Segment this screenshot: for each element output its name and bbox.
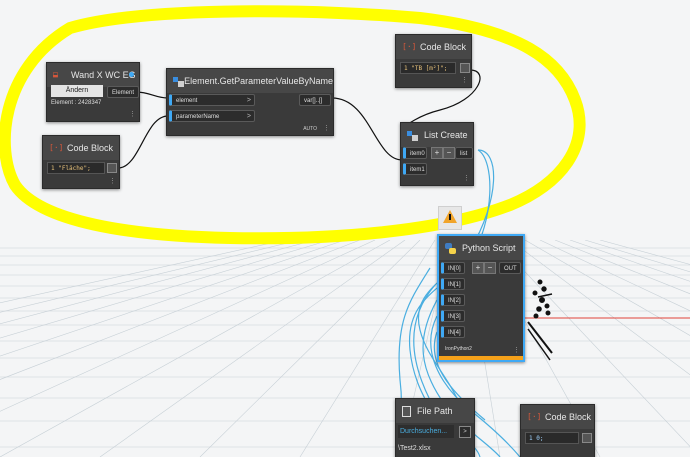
status-dot-icon [129, 72, 134, 77]
input-port-parameter-name[interactable]: parameterName > [169, 110, 255, 122]
input-port-in4[interactable]: IN[4] [441, 326, 465, 338]
node-title: Element.GetParameterValueByName [184, 76, 333, 86]
node-list-create[interactable]: List Create item0 + − list item1 ⋮ [400, 122, 474, 186]
output-port[interactable] [460, 63, 470, 73]
node-header[interactable]: List Create [401, 123, 473, 147]
more-options-icon[interactable]: ⋮ [463, 174, 470, 182]
output-port-element[interactable]: Element [107, 86, 139, 98]
node-get-parameter-value-by-name[interactable]: Element.GetParameterValueByName element >… [166, 68, 334, 136]
list-create-icon [407, 130, 418, 141]
node-code-block-zero[interactable]: [·] Code Block 1 0; [520, 404, 595, 457]
preview-bar[interactable] [439, 356, 523, 360]
output-port-out[interactable]: OUT [499, 262, 521, 274]
node-title: File Path [417, 406, 453, 416]
node-header[interactable]: ⬓ Wand X WC EG [47, 63, 139, 87]
node-title: Code Block [67, 143, 114, 153]
element-caption: Element : 2428347 [51, 100, 102, 106]
more-options-icon[interactable]: ⋮ [461, 76, 468, 84]
file-path-value: \Test2.xlsx [398, 445, 431, 452]
node-header[interactable]: [·] Code Block [396, 35, 471, 59]
node-title: Python Script [462, 243, 516, 253]
warning-badge[interactable] [438, 206, 462, 230]
chevron-right-icon: > [246, 97, 251, 104]
node-header[interactable]: Element.GetParameterValueByName [167, 69, 333, 93]
output-port[interactable] [582, 433, 592, 443]
code-block-icon: [·] [402, 42, 417, 51]
python-icon [445, 242, 456, 254]
input-port-in2[interactable]: IN[2] [441, 294, 465, 306]
node-wand-select-element[interactable]: ⬓ Wand X WC EG Ändern Element Element : … [46, 62, 140, 122]
input-port-in0[interactable]: IN[0] [441, 262, 465, 274]
more-options-icon[interactable]: ⋮ [323, 124, 330, 132]
input-port-element[interactable]: element > [169, 94, 255, 106]
code-block-icon: [·] [49, 143, 64, 152]
input-port-in1[interactable]: IN[1] [441, 278, 465, 290]
element-function-icon [173, 76, 185, 87]
engine-label: IronPython2 [445, 346, 472, 352]
node-title: Code Block [420, 42, 467, 52]
remove-input-button[interactable]: − [484, 262, 496, 274]
code-editor[interactable]: 1 "Fläche"; [47, 162, 105, 174]
more-options-icon[interactable]: ⋮ [129, 110, 136, 118]
more-options-icon[interactable]: ⋮ [513, 346, 520, 354]
input-port-in3[interactable]: IN[3] [441, 310, 465, 322]
add-input-button[interactable]: + [431, 147, 443, 159]
code-block-icon: [·] [527, 412, 542, 421]
node-code-block-tb[interactable]: [·] Code Block 1 "TB [m²]"; ⋮ [395, 34, 472, 88]
change-selection-button[interactable]: Ändern [51, 85, 103, 97]
node-title: List Create [424, 130, 468, 140]
output-port-list[interactable]: list [455, 147, 473, 159]
port-label: element [176, 98, 198, 104]
node-header[interactable]: Python Script [439, 236, 523, 260]
add-input-button[interactable]: + [472, 262, 484, 274]
chevron-right-icon: > [246, 113, 251, 120]
input-port-item1[interactable]: item1 [403, 163, 427, 175]
node-header[interactable]: [·] Code Block [521, 405, 594, 429]
lacing-indicator: AUTO [303, 126, 317, 132]
output-port-var[interactable]: var[]..[] [299, 94, 331, 106]
node-header[interactable]: File Path [396, 399, 474, 423]
input-port-item0[interactable]: item0 [403, 147, 427, 159]
warning-exclamation [449, 214, 451, 220]
output-port[interactable]: > [459, 426, 471, 438]
node-code-block-flaeche[interactable]: [·] Code Block 1 "Fläche"; ⋮ [42, 135, 120, 189]
node-title: Code Block [545, 412, 592, 422]
file-icon [402, 405, 411, 417]
node-header[interactable]: [·] Code Block [43, 136, 119, 160]
port-label: parameterName [176, 114, 220, 120]
more-options-icon[interactable]: ⋮ [109, 177, 116, 185]
code-editor[interactable]: 1 0; [525, 432, 579, 444]
select-element-icon: ⬓ [53, 70, 58, 79]
remove-input-button[interactable]: − [443, 147, 455, 159]
node-python-script[interactable]: Python Script IN[0] + − OUT IN[1] IN[2] … [437, 234, 525, 362]
dynamo-canvas[interactable]: { "nodes": { "wand": { "title": "Wand X … [0, 0, 690, 457]
node-title: Wand X WC EG [71, 70, 136, 80]
output-port[interactable] [107, 163, 117, 173]
code-editor[interactable]: 1 "TB [m²]"; [400, 62, 456, 74]
browse-button[interactable]: Durchsuchen... [398, 425, 454, 438]
node-file-path[interactable]: File Path Durchsuchen... > \Test2.xlsx [395, 398, 475, 457]
